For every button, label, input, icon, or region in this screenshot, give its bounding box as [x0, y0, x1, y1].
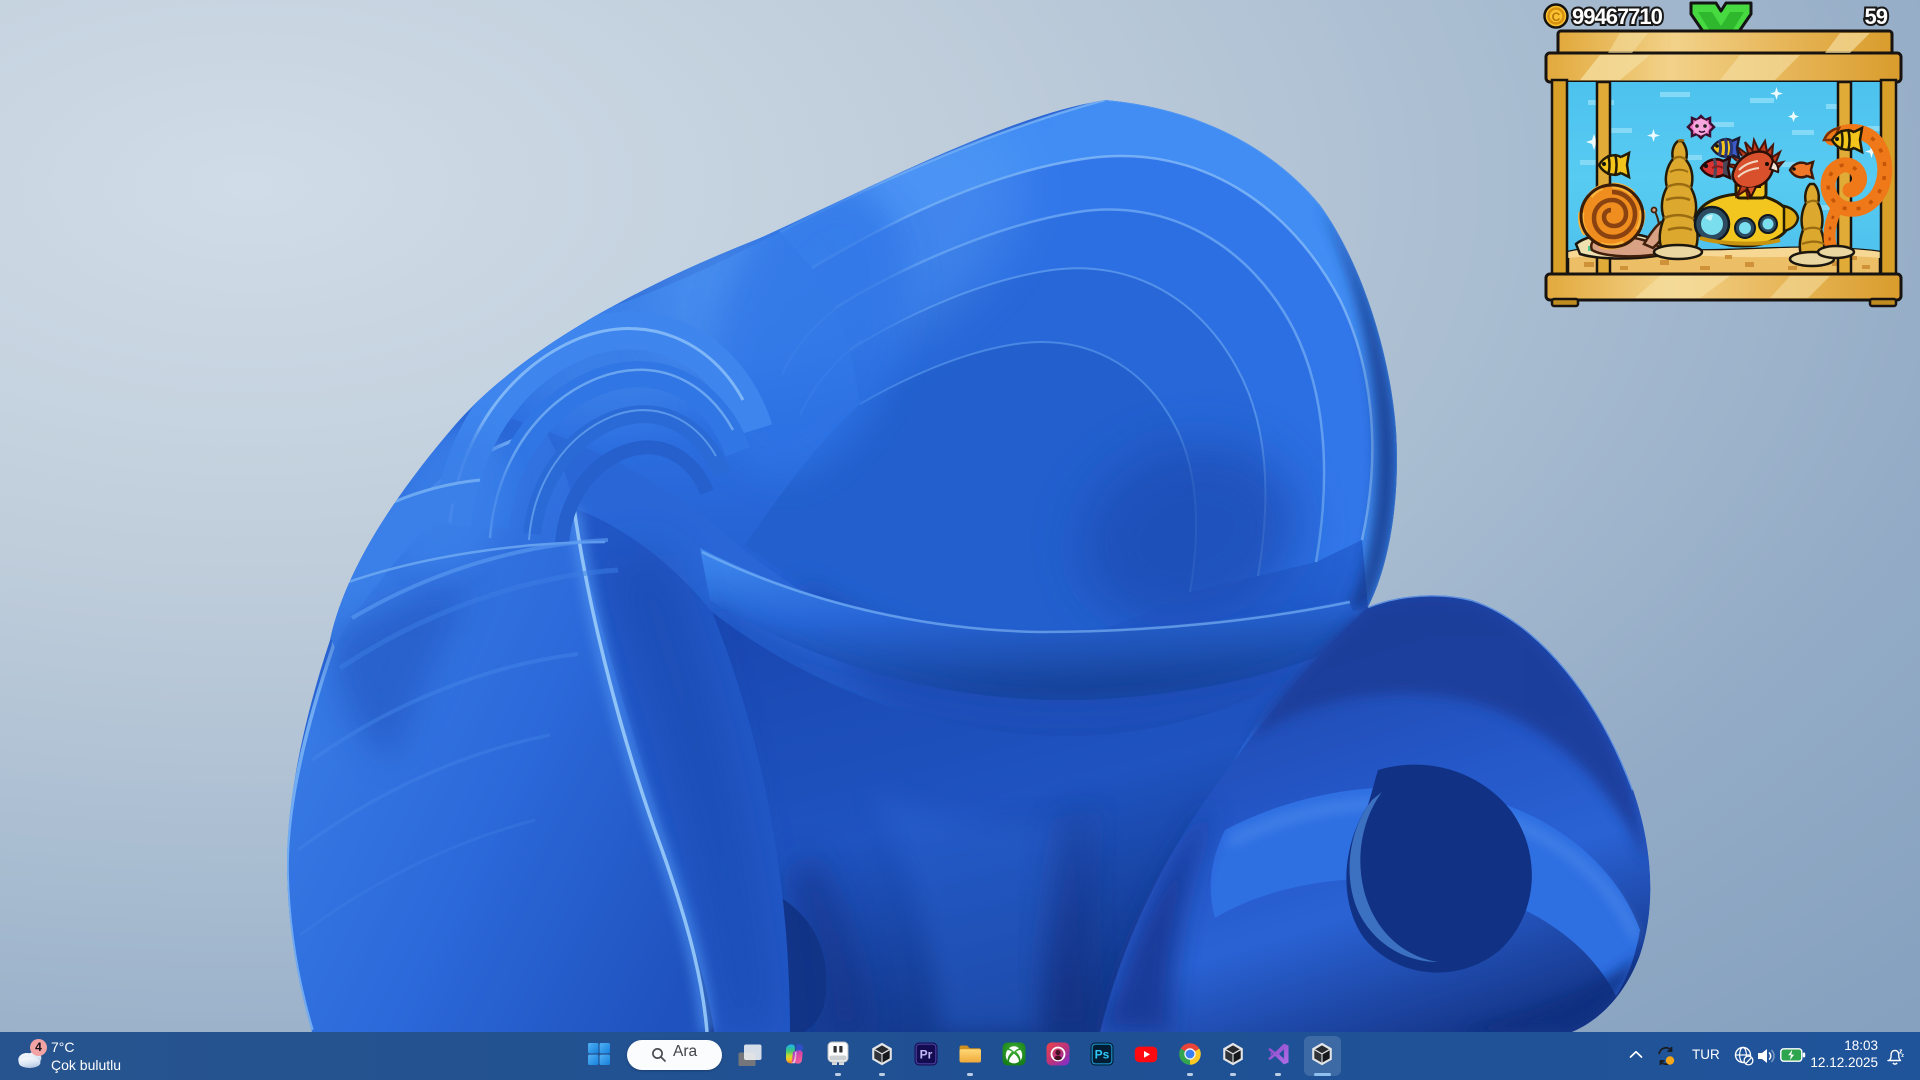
svg-text:z: z [1901, 1053, 1904, 1059]
svg-text:Ps: Ps [1095, 1048, 1110, 1062]
svg-text:Pr: Pr [920, 1048, 933, 1062]
svg-text:C: C [1552, 10, 1561, 24]
svg-text:99467710: 99467710 [1572, 4, 1663, 29]
svg-text:59: 59 [1865, 4, 1888, 29]
